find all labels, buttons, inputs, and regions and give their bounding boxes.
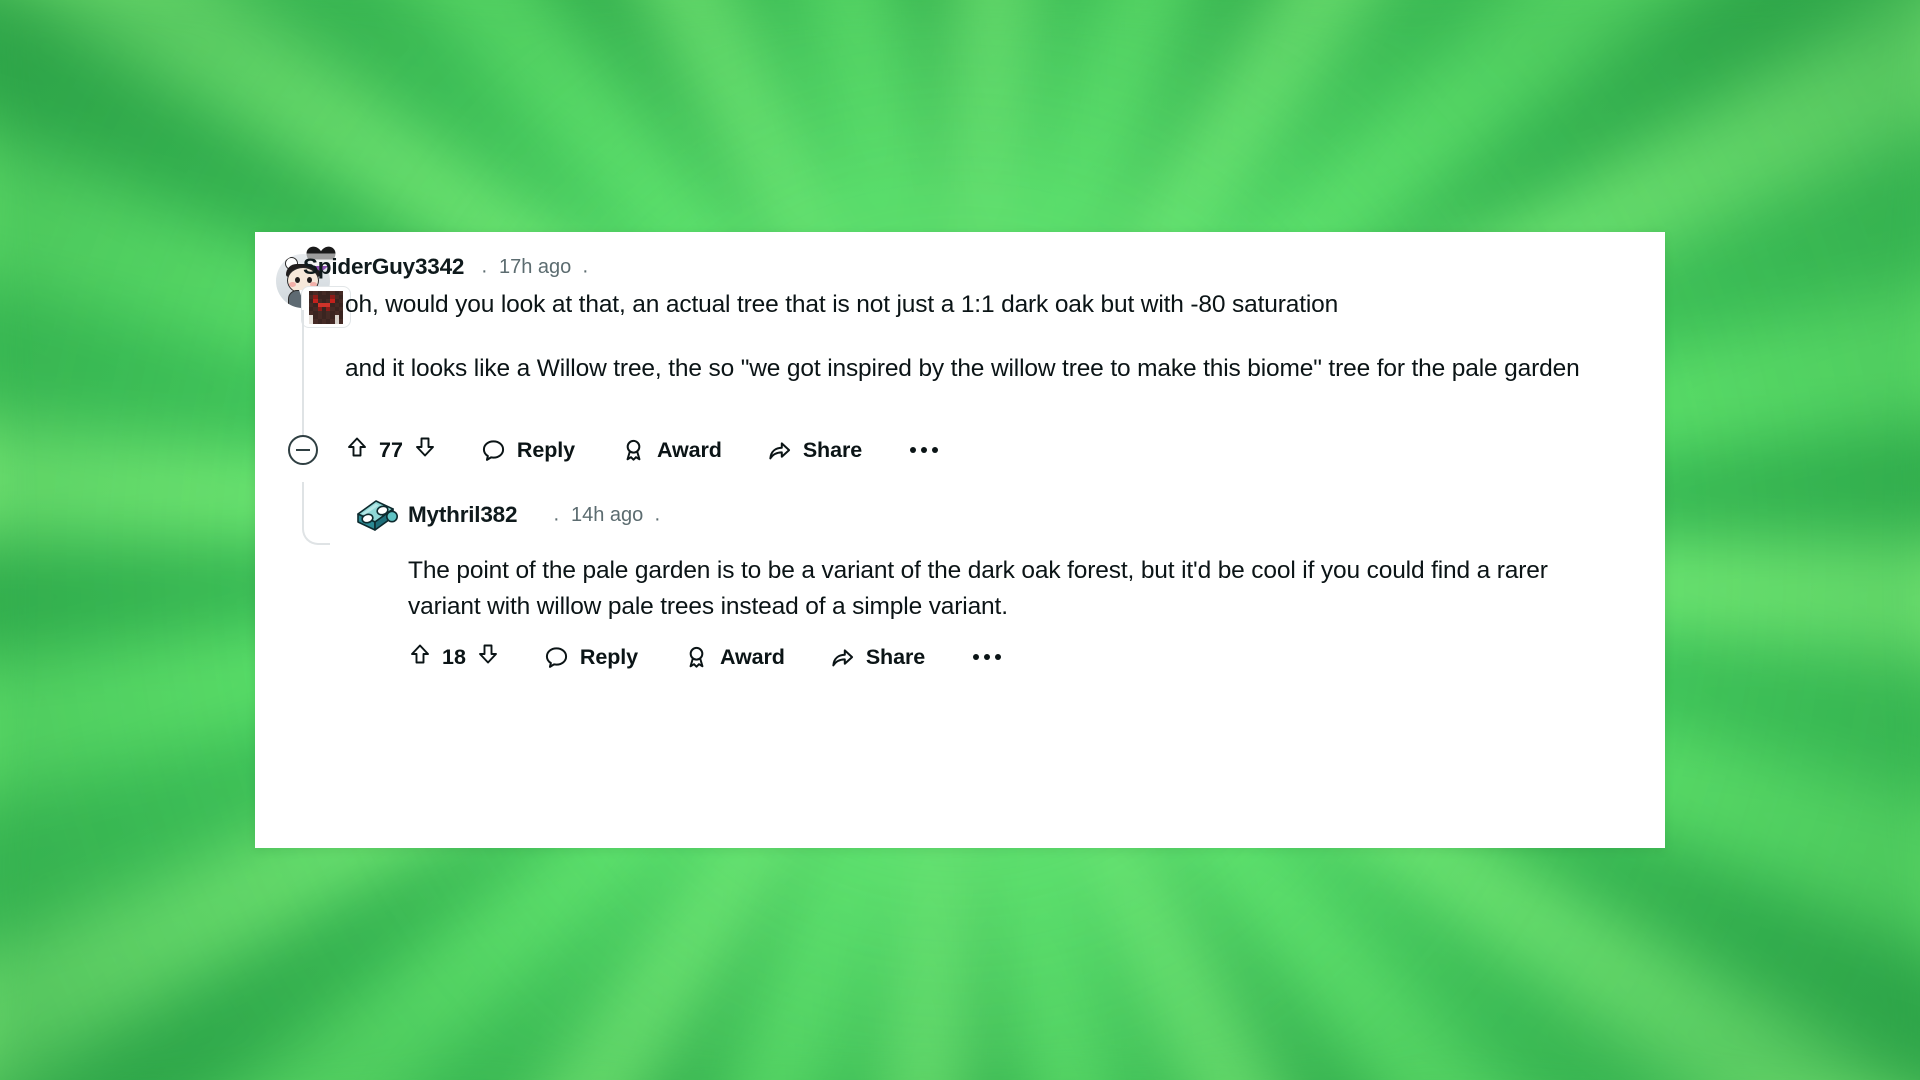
vote-group: 77 (345, 435, 437, 465)
upvote-button[interactable] (345, 435, 369, 465)
comment-timestamp: 17h ago (499, 256, 572, 278)
reply-label: Reply (579, 644, 638, 669)
thread-line-lower[interactable] (302, 482, 304, 510)
reply-paragraph-1: The point of the pale garden is to be a … (408, 557, 1548, 620)
upvote-icon (411, 644, 429, 664)
more-dot (921, 447, 928, 453)
avatar[interactable] (352, 494, 398, 538)
meta-separator-dot: · (553, 508, 560, 530)
comment-paragraph-1: oh, would you look at that, an actual tr… (345, 291, 1339, 318)
reply-author-username[interactable]: Mythril382 (408, 502, 517, 528)
downvote-button[interactable] (413, 435, 437, 465)
more-options-button[interactable] (910, 447, 939, 453)
share-label: Share (802, 437, 863, 462)
comment-paragraph-2: and it looks like a Willow tree, the so … (345, 355, 1580, 382)
share-button[interactable]: Share (830, 645, 925, 670)
award-button[interactable]: Award (684, 645, 785, 670)
comment-bubble-icon (545, 646, 567, 668)
snoo-eye-left (295, 277, 300, 283)
award-ribbon-icon (626, 439, 641, 461)
meta-separator-dot: · (481, 260, 488, 282)
comment-body: oh, would you look at that, an actual tr… (345, 287, 1630, 387)
collapse-thread-button[interactable] (288, 435, 318, 465)
share-label: Share (865, 644, 926, 669)
comment-bubble-icon (482, 439, 504, 461)
reply-button[interactable]: Reply (481, 438, 575, 463)
upvote-button[interactable] (408, 642, 432, 672)
more-options-button[interactable] (973, 654, 1002, 660)
meta-separator-dot-trailing: · (654, 508, 661, 530)
more-dot (984, 654, 991, 660)
reply-label: Reply (516, 437, 575, 462)
downvote-icon (478, 644, 497, 664)
vote-score: 77 (379, 437, 403, 462)
downvote-icon (415, 437, 434, 457)
award-ribbon-icon (689, 646, 704, 668)
comment-action-bar: 77 Reply Award Share (345, 433, 939, 467)
minecraft-flair-icon[interactable] (301, 286, 351, 328)
snoo-cheek-left (289, 282, 296, 287)
more-dot (932, 447, 939, 453)
thread-line-upper[interactable] (302, 310, 304, 440)
more-dot (910, 447, 917, 453)
comment-author-username[interactable]: SpiderGuy3342 (303, 254, 464, 280)
downvote-button[interactable] (476, 642, 500, 672)
share-arrow-icon (769, 441, 790, 459)
more-dot (995, 654, 1002, 660)
award-label: Award (656, 437, 722, 462)
share-button[interactable]: Share (767, 438, 862, 463)
award-button[interactable]: Award (621, 438, 722, 463)
more-dot (973, 654, 980, 660)
upvote-icon (348, 437, 366, 457)
reply-body: The point of the pale garden is to be a … (408, 553, 1598, 625)
reply-button[interactable]: Reply (544, 645, 638, 670)
comment-card: SpiderGuy3342 · 17h ago · oh, would you (255, 232, 1665, 848)
meta-separator-dot-trailing: · (582, 260, 589, 282)
share-arrow-icon (832, 648, 853, 666)
thread-line-curve (302, 507, 330, 545)
teal-block-avatar-icon (357, 500, 398, 531)
reply-action-bar: 18 Reply Award Share (408, 640, 1002, 674)
vote-group: 18 (408, 642, 500, 672)
award-label: Award (719, 644, 785, 669)
reply-timestamp: 14h ago (571, 504, 644, 526)
vote-score: 18 (442, 644, 466, 669)
